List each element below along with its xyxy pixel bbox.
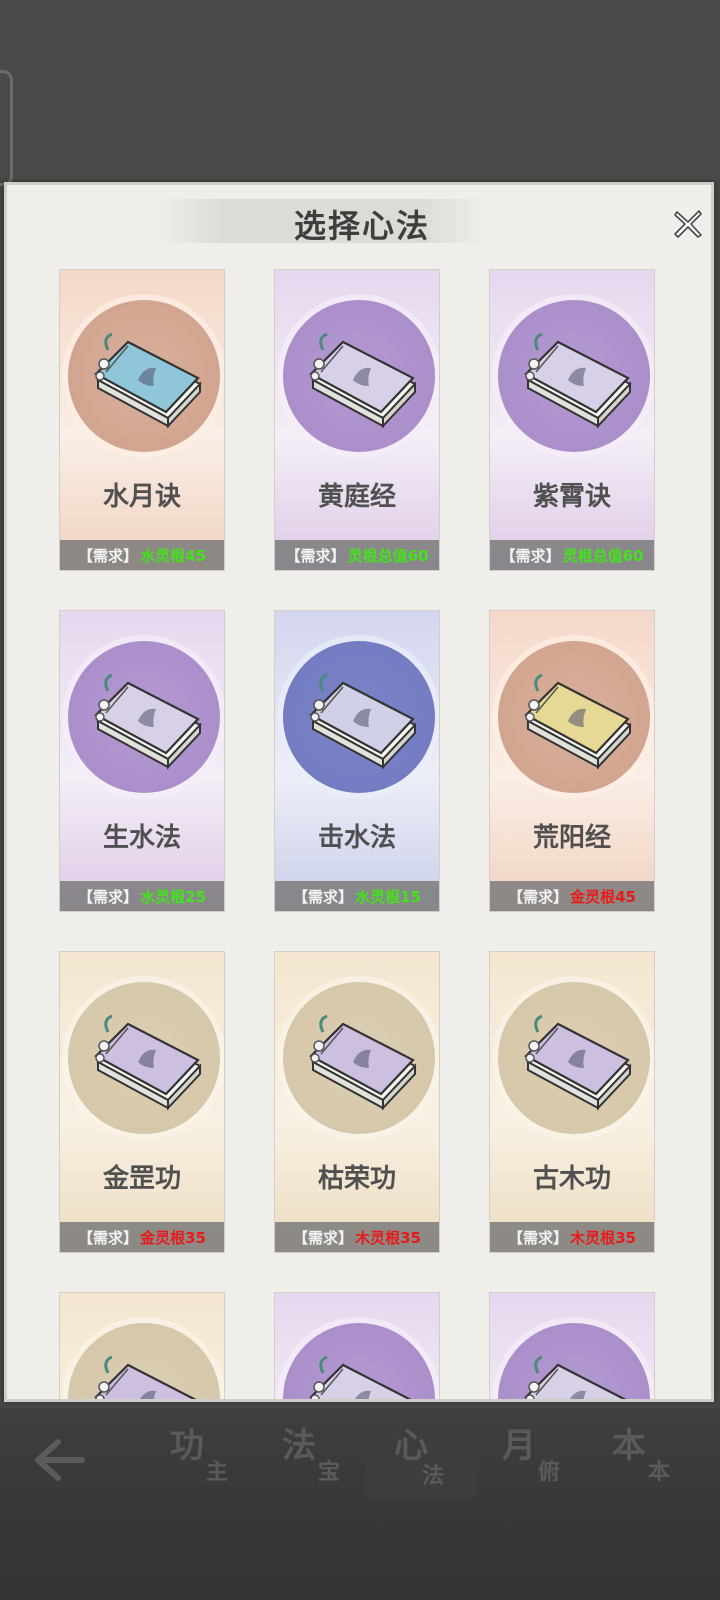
book-icon	[524, 1014, 632, 1111]
book-icon	[309, 332, 417, 429]
method-card[interactable]	[274, 1292, 440, 1399]
requirement-bar: 【需求】 灵根总值60	[490, 540, 654, 570]
requirement-bar: 【需求】 水灵根25	[60, 881, 224, 911]
requirement-tag: 【需求】	[293, 887, 354, 906]
method-name: 水月诀	[102, 482, 181, 512]
requirement-bar: 【需求】 木灵根35	[490, 1222, 654, 1252]
requirement-tag: 【需求】	[293, 1228, 354, 1247]
requirement-bar: 【需求】 木灵根35	[275, 1222, 439, 1252]
requirement-tag: 【需求】	[78, 887, 139, 906]
requirement-value: 灵根总值60	[347, 546, 429, 565]
book-icon	[309, 1014, 417, 1111]
requirement-value: 灵根总值60	[562, 546, 644, 565]
requirement-value: 水灵根45	[140, 546, 206, 565]
book-icon	[524, 332, 632, 429]
requirement-value: 水灵根25	[140, 887, 206, 906]
back-button[interactable]	[30, 1430, 90, 1490]
requirement-tag: 【需求】	[78, 1228, 139, 1247]
requirement-value: 金灵根35	[140, 1228, 206, 1247]
nav-tab-sublabel: 本	[648, 1459, 671, 1485]
nav-tab[interactable]: 法宝	[282, 1418, 372, 1498]
requirement-value: 木灵根35	[355, 1228, 421, 1247]
nav-tab[interactable]: 月俯	[502, 1418, 592, 1498]
book-icon	[94, 1014, 202, 1111]
select-method-dialog: 选择心法 水月诀 【需求】 水灵根45 黄庭经 【需求】 灵根总值60 紫霄诀 【需求】 灵根总…	[4, 182, 714, 1402]
requirement-tag: 【需求】	[508, 1228, 569, 1247]
method-grid: 水月诀 【需求】 水灵根45 黄庭经 【需求】 灵根总值60 紫霄诀 【需求】 灵根总值60 生水…	[59, 269, 679, 1399]
nav-tab-sublabel: 俯	[538, 1459, 561, 1485]
requirement-value: 水灵根15	[355, 887, 421, 906]
book-icon	[94, 332, 202, 429]
method-name: 击水法	[317, 823, 396, 853]
dialog-title: 选择心法	[293, 207, 430, 245]
nav-tab-label: 本	[612, 1426, 646, 1466]
book-icon	[309, 1355, 412, 1399]
requirement-bar: 【需求】 金灵根35	[60, 1222, 224, 1252]
requirement-bar: 【需求】 水灵根45	[60, 540, 224, 570]
method-card[interactable]: 生水法【需求】 水灵根25	[59, 610, 225, 912]
requirement-bar: 【需求】 水灵根15	[275, 881, 439, 911]
method-card[interactable]: 枯荣功【需求】 木灵根35	[274, 951, 440, 1253]
nav-tab[interactable]: 本本	[612, 1418, 702, 1498]
method-card[interactable]: 荒阳经【需求】 金灵根45	[489, 610, 655, 912]
method-card[interactable]	[489, 1292, 655, 1399]
nav-tab[interactable]: 功主	[170, 1418, 260, 1498]
method-name: 紫霄诀	[532, 482, 611, 512]
close-button[interactable]	[671, 207, 705, 241]
nav-tab-label: 月	[502, 1426, 536, 1466]
requirement-tag: 【需求】	[508, 887, 569, 906]
requirement-bar: 【需求】 灵根总值60	[275, 540, 439, 570]
method-name: 黄庭经	[317, 482, 396, 512]
book-icon	[94, 1355, 197, 1399]
method-name: 古木功	[532, 1164, 611, 1194]
requirement-bar: 【需求】 金灵根45	[490, 881, 654, 911]
nav-tab-sublabel: 法	[422, 1463, 445, 1489]
method-name: 生水法	[102, 823, 181, 853]
method-card[interactable]: 紫霄诀【需求】 灵根总值60	[489, 269, 655, 571]
method-card[interactable]: 古木功【需求】 木灵根35	[489, 951, 655, 1253]
book-icon	[94, 673, 202, 770]
nav-tab-label: 功	[170, 1426, 204, 1466]
background-top	[0, 0, 720, 180]
method-card[interactable]: 水月诀【需求】 水灵根45	[59, 269, 225, 571]
side-tab-edge	[0, 70, 13, 186]
requirement-tag: 【需求】	[78, 546, 139, 565]
nav-tab-sublabel: 宝	[318, 1459, 341, 1485]
arrow-left-icon	[35, 1439, 85, 1481]
method-name: 金罡功	[102, 1164, 181, 1194]
method-name: 枯荣功	[317, 1164, 396, 1194]
method-name: 荒阳经	[532, 823, 611, 853]
nav-tab-sublabel: 主	[206, 1459, 229, 1485]
book-icon	[309, 673, 417, 770]
book-icon	[524, 673, 632, 770]
requirement-tag: 【需求】	[285, 546, 346, 565]
nav-tab[interactable]: 心法	[366, 1418, 478, 1498]
method-card[interactable]: 击水法【需求】 水灵根15	[274, 610, 440, 912]
requirement-value: 木灵根35	[570, 1228, 636, 1247]
nav-tab-label: 法	[282, 1426, 316, 1466]
close-icon	[674, 210, 702, 238]
book-icon	[524, 1355, 627, 1399]
method-card[interactable]	[59, 1292, 225, 1399]
method-card[interactable]: 金罡功【需求】 金灵根35	[59, 951, 225, 1253]
requirement-tag: 【需求】	[500, 546, 561, 565]
requirement-value: 金灵根45	[570, 887, 636, 906]
method-card[interactable]: 黄庭经【需求】 灵根总值60	[274, 269, 440, 571]
